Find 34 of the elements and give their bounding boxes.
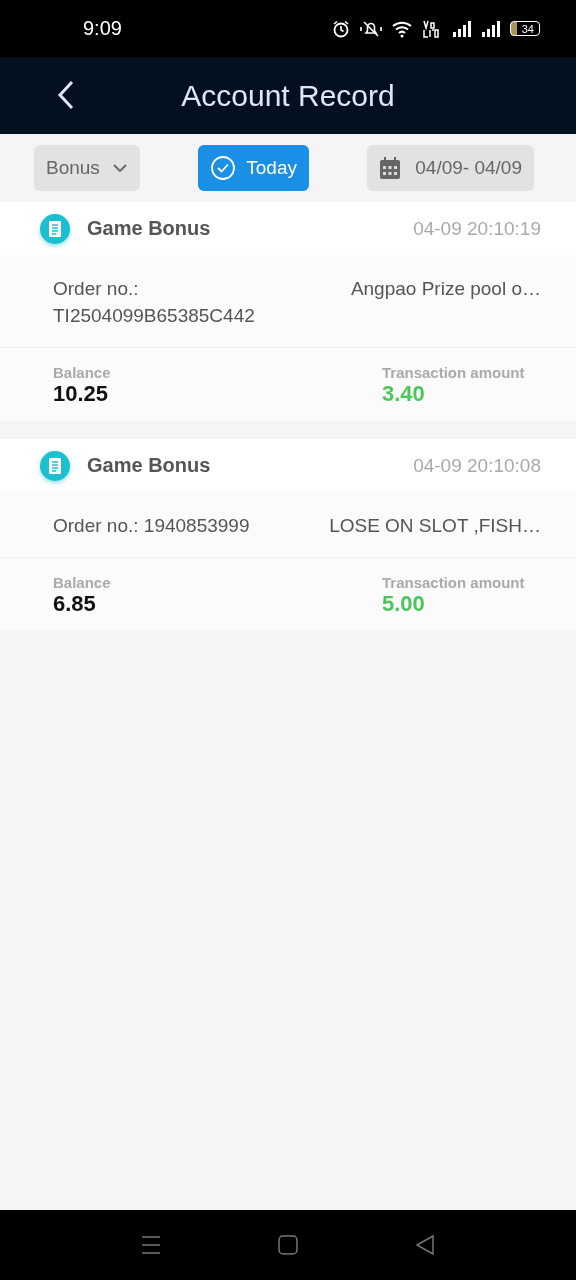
balance-value: 10.25 xyxy=(53,381,110,407)
record-time: 04-09 20:10:08 xyxy=(413,454,541,477)
page-title: Account Record xyxy=(181,78,395,113)
record-time: 04-09 20:10:19 xyxy=(413,217,541,240)
receipt-icon xyxy=(39,212,71,245)
chevron-down-icon xyxy=(112,163,128,173)
balance-label: Balance xyxy=(53,574,111,591)
muted-bell-icon xyxy=(359,19,383,38)
check-circle-icon xyxy=(210,155,237,181)
order-number: Order no.: TI2504099B65385C442 xyxy=(53,277,256,328)
amount-label: Transaction amount xyxy=(382,574,526,591)
calendar-icon xyxy=(379,156,402,180)
record-title: Game Bonus xyxy=(87,217,212,240)
record-title: Game Bonus xyxy=(87,454,212,477)
today-button[interactable]: Today xyxy=(198,145,309,191)
record-description: Angpao Prize pool o… xyxy=(350,277,541,301)
date-range-button[interactable]: 04/09- 04/09 xyxy=(367,145,534,191)
wifi-icon xyxy=(392,19,414,38)
order-number: Order no.: 1940853999 xyxy=(53,514,250,538)
type-dropdown[interactable]: Bonus xyxy=(34,145,140,191)
receipt-icon xyxy=(39,449,71,482)
status-time: 9:09 xyxy=(83,17,122,40)
balance-value: 6.85 xyxy=(53,591,97,617)
amount-value: 3.40 xyxy=(382,381,426,407)
home-icon[interactable] xyxy=(278,1235,298,1255)
balance-label: Balance xyxy=(53,364,111,381)
record-description: LOSE ON SLOT ,FISH… xyxy=(329,514,541,538)
menu-icon[interactable] xyxy=(141,1235,161,1255)
battery-indicator: 34 xyxy=(510,21,540,36)
amount-label: Transaction amount xyxy=(382,364,526,381)
signal-icon xyxy=(452,19,472,38)
alarm-icon xyxy=(332,19,350,38)
amount-value: 5.00 xyxy=(382,591,426,617)
signal-icon xyxy=(481,19,501,38)
